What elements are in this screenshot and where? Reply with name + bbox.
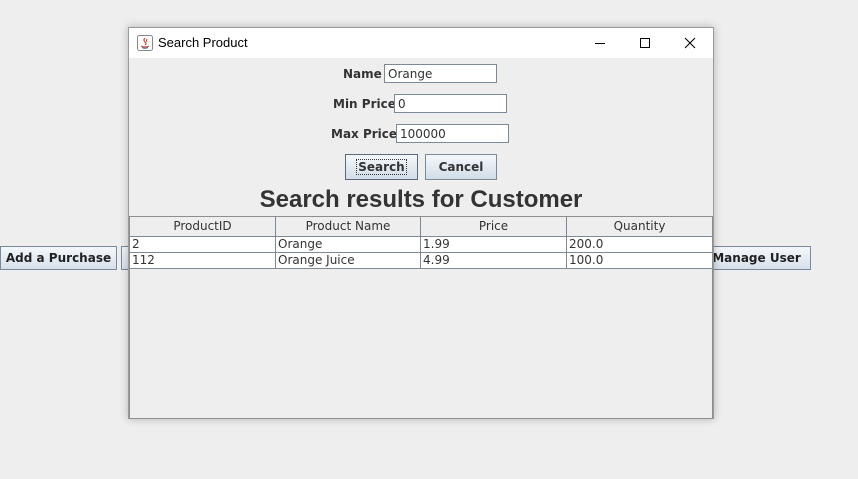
table-row[interactable]: 112 Orange Juice 4.99 100.0 xyxy=(130,253,712,269)
close-button[interactable] xyxy=(667,28,713,58)
cell-product-name: Orange xyxy=(276,237,421,252)
column-header-product-name[interactable]: Product Name xyxy=(276,217,421,236)
table-header: ProductID Product Name Price Quantity xyxy=(130,217,712,237)
cancel-button[interactable]: Cancel xyxy=(425,154,497,180)
cell-productid: 112 xyxy=(130,253,276,268)
min-price-input[interactable]: 0 xyxy=(394,94,507,113)
window-title: Search Product xyxy=(158,35,248,50)
column-header-quantity[interactable]: Quantity xyxy=(567,217,712,236)
title-bar[interactable]: Search Product xyxy=(129,28,713,58)
cell-price: 4.99 xyxy=(421,253,567,268)
name-input[interactable]: Orange xyxy=(384,64,497,83)
cell-quantity: 100.0 xyxy=(569,253,604,267)
min-price-label: Min Price xyxy=(333,97,396,111)
results-table[interactable]: ProductID Product Name Price Quantity 2 … xyxy=(129,216,713,419)
name-label: Name xyxy=(343,67,382,81)
cell-productid: 2 xyxy=(130,237,276,252)
cell-price: 1.99 xyxy=(421,237,567,252)
minimize-icon xyxy=(595,43,605,44)
column-header-price[interactable]: Price xyxy=(421,217,567,236)
minimize-button[interactable] xyxy=(577,28,623,58)
add-purchase-button[interactable]: Add a Purchase xyxy=(0,246,117,270)
manage-user-button[interactable]: Manage User xyxy=(702,246,811,270)
results-heading: Search results for Customer xyxy=(259,186,583,213)
table-row[interactable]: 2 Orange 1.99 200.0 xyxy=(130,237,712,253)
maximize-button[interactable] xyxy=(622,28,668,58)
cell-quantity: 200.0 xyxy=(569,237,604,251)
java-icon xyxy=(137,35,153,51)
max-price-input[interactable]: 100000 xyxy=(396,124,509,143)
close-icon xyxy=(684,37,696,49)
cell-product-name: Orange Juice xyxy=(276,253,421,268)
search-button[interactable]: Search xyxy=(345,154,418,180)
search-button-label: Search xyxy=(356,159,407,175)
maximize-icon xyxy=(640,38,650,48)
max-price-label: Max Price xyxy=(331,127,398,141)
search-product-dialog: Search Product Name Orange Min Price 0 M… xyxy=(128,27,714,419)
column-header-productid[interactable]: ProductID xyxy=(130,217,276,236)
